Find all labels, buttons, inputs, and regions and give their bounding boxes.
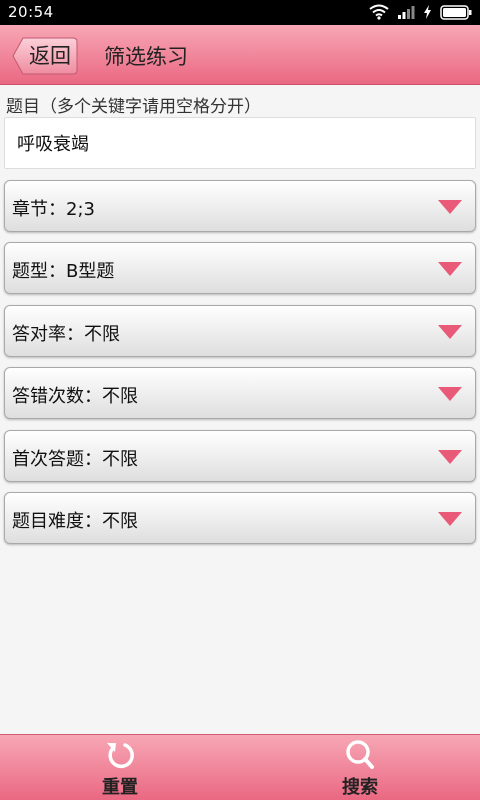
reset-label: 重置 [102,777,138,798]
keyword-input[interactable] [4,117,476,169]
status-bar: 20:54 [0,0,480,25]
back-button[interactable]: 返回 [12,37,78,75]
search-icon [346,740,374,769]
filter-difficulty[interactable]: 题目难度：不限 [4,492,476,544]
filter-chapter-label: 章节：2;3 [12,199,95,220]
search-label: 搜索 [342,777,378,798]
refresh-icon [107,743,134,768]
filter-difficulty-label: 题目难度：不限 [12,511,138,532]
caret-down-icon [438,200,462,214]
reset-button[interactable]: 重置 [0,735,240,800]
bottom-bar: 重置 搜索 [0,734,480,800]
filter-wrong-count[interactable]: 答错次数：不限 [4,367,476,419]
wifi-icon [369,4,389,20]
caret-down-icon [438,387,462,401]
keyword-label: 题目（多个关键字请用空格分开） [6,97,261,117]
search-button[interactable]: 搜索 [240,735,480,800]
caret-down-icon [438,512,462,526]
filter-first-answer[interactable]: 首次答题：不限 [4,430,476,482]
caret-down-icon [438,450,462,464]
back-label: 返回 [29,44,71,68]
battery-icon [440,4,472,20]
status-time: 20:54 [8,3,54,21]
signal-icon [397,5,415,19]
status-icons [369,4,472,20]
charging-icon [423,5,432,19]
filter-question-type-label: 题型：B型题 [12,261,115,282]
filter-wrong-count-label: 答错次数：不限 [12,386,138,407]
filter-first-answer-label: 首次答题：不限 [12,449,138,470]
filter-question-type[interactable]: 题型：B型题 [4,242,476,294]
caret-down-icon [438,262,462,276]
page-title: 筛选练习 [104,45,188,69]
filter-correct-rate-label: 答对率：不限 [12,324,120,345]
filter-correct-rate[interactable]: 答对率：不限 [4,305,476,357]
caret-down-icon [438,325,462,339]
filter-chapter[interactable]: 章节：2;3 [4,180,476,232]
header: 返回 筛选练习 [0,25,480,85]
